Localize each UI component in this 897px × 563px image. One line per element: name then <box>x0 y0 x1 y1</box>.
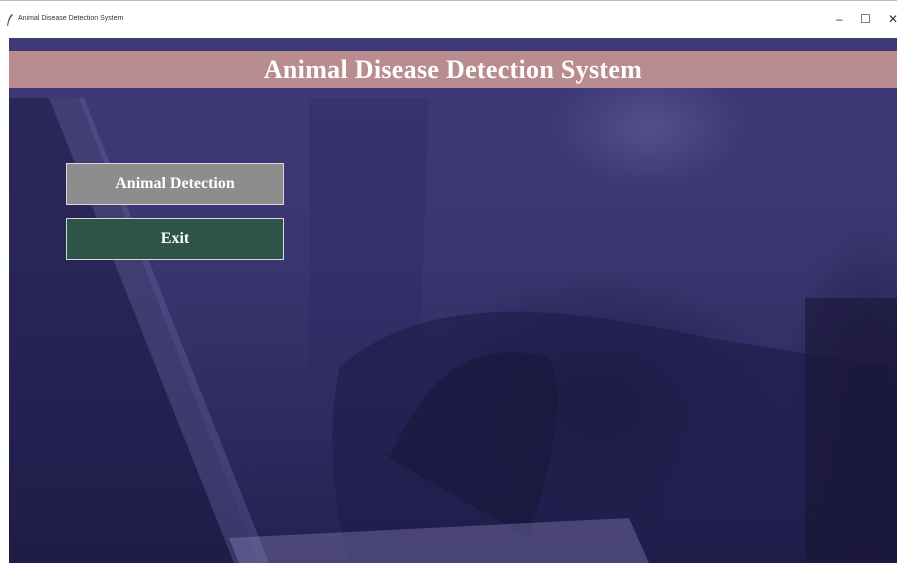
close-button[interactable]: ✕ <box>888 12 897 26</box>
header-bar: Animal Disease Detection System <box>9 51 897 88</box>
background-image <box>9 98 897 563</box>
page-title: Animal Disease Detection System <box>263 55 643 84</box>
minimize-button[interactable]: – <box>836 12 843 26</box>
animal-detection-button[interactable]: Animal Detection <box>66 163 284 205</box>
maximize-button[interactable]: ☐ <box>860 12 871 26</box>
app-content: Animal Disease Detection System Animal D… <box>9 38 897 563</box>
window-titlebar: Animal Disease Detection System – ☐ ✕ <box>0 0 897 38</box>
feather-icon <box>7 14 13 26</box>
exit-button[interactable]: Exit <box>66 218 284 260</box>
window-title: Animal Disease Detection System <box>18 15 124 22</box>
